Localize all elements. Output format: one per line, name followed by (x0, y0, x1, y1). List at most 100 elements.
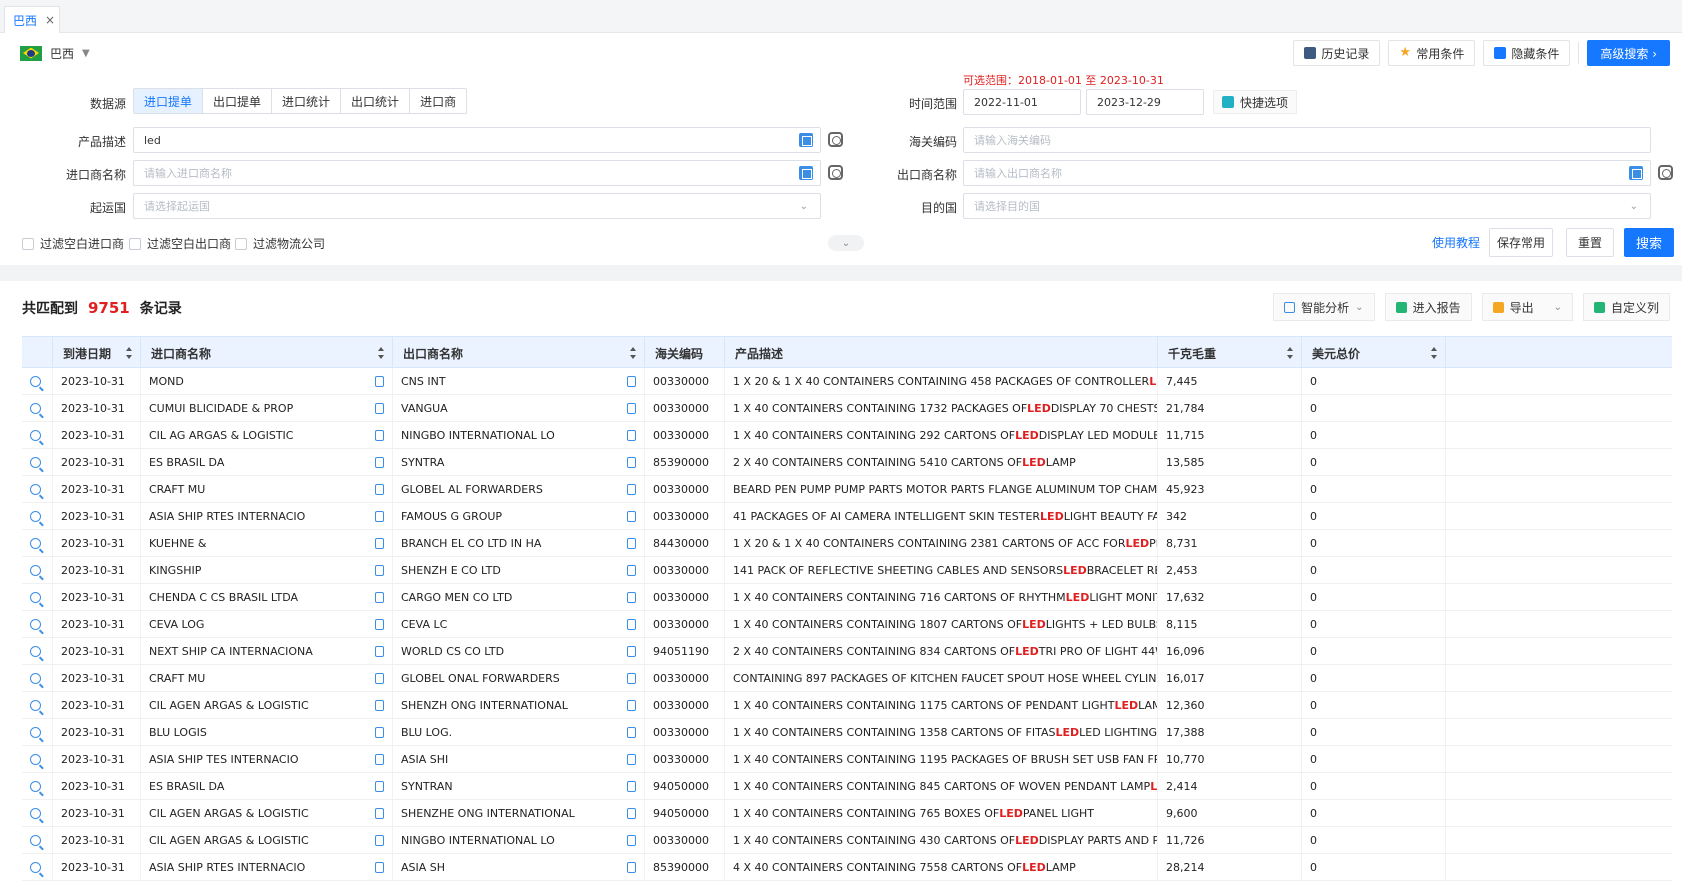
table-row[interactable]: 2023-10-31 CIL AGEN ARGAS & LOGISTIC SHENZ… (22, 800, 1672, 827)
exporter-name[interactable]: SHENZH E CO LTD (401, 564, 501, 577)
search-icon[interactable] (30, 592, 41, 603)
exporter-name[interactable]: CEVA LC (401, 618, 447, 631)
copy-icon[interactable] (375, 376, 384, 387)
importer-name[interactable]: CIL AGEN ARGAS & LOGISTIC (149, 699, 309, 712)
datasource-option-export-bill[interactable]: 出口提单 (203, 89, 273, 113)
importer-name[interactable]: CEVA LOG (149, 618, 204, 631)
table-row[interactable]: 2023-10-31 CIL AGEN ARGAS & LOGISTIC SHENZ… (22, 692, 1672, 719)
table-row[interactable]: 2023-10-31 MOND CNS INT 00330000 1 X 20 & 1 … (22, 368, 1672, 395)
importer-name[interactable]: KUEHNE & (149, 537, 206, 550)
search-settings-icon[interactable] (1658, 165, 1673, 180)
cell-importer[interactable]: KINGSHIP (141, 557, 393, 584)
cell-importer[interactable]: CHENDA C CS BRASIL LTDA (141, 584, 393, 611)
copy-icon[interactable] (627, 457, 636, 468)
collapse-toggle[interactable]: ⌄ (828, 235, 864, 251)
cell-exporter[interactable]: ASIA SHI (393, 746, 645, 773)
exporter-name[interactable]: VANGUA (401, 402, 448, 415)
cell-exporter[interactable]: GLOBEL AL FORWARDERS (393, 476, 645, 503)
custom-columns-button[interactable]: 自定义列 (1582, 293, 1670, 321)
importer-name[interactable]: ES BRASIL DA (149, 780, 224, 793)
search-icon[interactable] (30, 484, 41, 495)
table-row[interactable]: 2023-10-31 KUEHNE & BRANCH EL CO LTD IN HA… (22, 530, 1672, 557)
sort-icon[interactable] (1287, 347, 1293, 359)
search-icon[interactable] (30, 700, 41, 711)
cell-exporter[interactable]: GLOBEL ONAL FORWARDERS (393, 665, 645, 692)
table-row[interactable]: 2023-10-31 ES BRASIL DA SYNTRAN 94050000 1 X… (22, 773, 1672, 800)
importer-name[interactable]: CIL AGEN ARGAS & LOGISTIC (149, 834, 309, 847)
copy-icon[interactable] (375, 673, 384, 684)
advanced-search-button[interactable]: 高级搜索 › (1587, 40, 1670, 66)
filter-logistics[interactable]: 过滤物流公司 (235, 235, 325, 252)
cell-importer[interactable]: KUEHNE & (141, 530, 393, 557)
origin-select[interactable]: 请选择起运国 ⌄ (133, 193, 821, 219)
save-common-button[interactable]: 保存常用 (1489, 228, 1553, 257)
importer-name[interactable]: CHENDA C CS BRASIL LTDA (149, 591, 298, 604)
search-icon[interactable] (30, 619, 41, 630)
checkbox[interactable] (22, 237, 34, 250)
cell-importer[interactable]: ASIA SHIP TES INTERNACIO (141, 746, 393, 773)
copy-icon[interactable] (627, 565, 636, 576)
exporter-name[interactable]: SHENZHE ONG INTERNATIONAL (401, 807, 575, 820)
header-importer[interactable]: 进口商名称 (141, 337, 393, 369)
table-row[interactable]: 2023-10-31 CIL AG ARGAS & LOGISTIC NINGBO … (22, 422, 1672, 449)
copy-icon[interactable] (375, 754, 384, 765)
importer-name[interactable]: ASIA SHIP TES INTERNACIO (149, 753, 298, 766)
favorites-button[interactable]: ★ 常用条件 (1388, 40, 1476, 66)
copy-icon[interactable] (375, 430, 384, 441)
sort-icon[interactable] (378, 347, 384, 359)
sort-icon[interactable] (126, 347, 132, 359)
table-row[interactable]: 2023-10-31 CUMUI BLICIDADE & PROP VANGUA 00… (22, 395, 1672, 422)
table-row[interactable]: 2023-10-31 CHENDA C CS BRASIL LTDA CARGO M… (22, 584, 1672, 611)
copy-icon[interactable] (627, 862, 636, 873)
copy-icon[interactable] (627, 754, 636, 765)
reset-button[interactable]: 重置 (1566, 228, 1614, 257)
search-icon[interactable] (30, 376, 41, 387)
exporter-name[interactable]: ASIA SHI (401, 753, 448, 766)
copy-icon[interactable] (627, 511, 636, 522)
exporter-name[interactable]: BRANCH EL CO LTD IN HA (401, 537, 541, 550)
cell-importer[interactable]: CIL AGEN ARGAS & LOGISTIC (141, 827, 393, 854)
quick-options-button[interactable]: 快捷选项 (1213, 90, 1298, 114)
exporter-name[interactable]: NINGBO INTERNATIONAL LO (401, 834, 555, 847)
date-to-input[interactable]: 2023-12-29 (1086, 89, 1204, 115)
copy-icon[interactable] (627, 430, 636, 441)
table-row[interactable]: 2023-10-31 KINGSHIP SHENZH E CO LTD 0033000… (22, 557, 1672, 584)
cell-importer[interactable]: CRAFT MU (141, 476, 393, 503)
cell-importer[interactable]: MOND (141, 368, 393, 395)
copy-icon[interactable] (375, 457, 384, 468)
search-icon[interactable] (30, 538, 41, 549)
header-date[interactable]: 到港日期 (53, 337, 141, 369)
exporter-name[interactable]: GLOBEL AL FORWARDERS (401, 483, 543, 496)
exporter-name[interactable]: CNS INT (401, 375, 446, 388)
search-settings-icon[interactable] (828, 132, 843, 147)
exporter-name[interactable]: SHENZH ONG INTERNATIONAL (401, 699, 568, 712)
header-weight[interactable]: 千克毛重 (1158, 337, 1302, 369)
copy-icon[interactable] (627, 700, 636, 711)
importer-name[interactable]: ES BRASIL DA (149, 456, 224, 469)
cell-exporter[interactable]: SHENZH ONG INTERNATIONAL (393, 692, 645, 719)
copy-icon[interactable] (627, 592, 636, 603)
copy-icon[interactable] (375, 835, 384, 846)
cell-importer[interactable]: CIL AG ARGAS & LOGISTIC (141, 422, 393, 449)
copy-icon[interactable] (627, 835, 636, 846)
exporter-name[interactable]: BLU LOG. (401, 726, 452, 739)
cell-exporter[interactable]: SHENZH E CO LTD (393, 557, 645, 584)
cell-exporter[interactable]: FAMOUS G GROUP (393, 503, 645, 530)
cell-importer[interactable]: ES BRASIL DA (141, 449, 393, 476)
cell-exporter[interactable]: WORLD CS CO LTD (393, 638, 645, 665)
filter-blank-importer[interactable]: 过滤空白进口商 (22, 235, 124, 252)
exporter-name[interactable]: WORLD CS CO LTD (401, 645, 504, 658)
search-icon[interactable] (30, 511, 41, 522)
cell-importer[interactable]: CUMUI BLICIDADE & PROP (141, 395, 393, 422)
header-value[interactable]: 美元总价 (1302, 337, 1446, 369)
search-icon[interactable] (30, 565, 41, 576)
search-icon[interactable] (30, 754, 41, 765)
hs-code-input[interactable]: 请输入海关编码 (963, 127, 1651, 153)
datasource-option-importer[interactable]: 进口商 (410, 89, 466, 113)
copy-icon[interactable] (375, 727, 384, 738)
cell-exporter[interactable]: SYNTRA (393, 449, 645, 476)
exporter-name[interactable]: FAMOUS G GROUP (401, 510, 502, 523)
search-icon[interactable] (30, 727, 41, 738)
cell-exporter[interactable]: SHENZHE ONG INTERNATIONAL (393, 800, 645, 827)
cell-importer[interactable]: ES BRASIL DA (141, 773, 393, 800)
